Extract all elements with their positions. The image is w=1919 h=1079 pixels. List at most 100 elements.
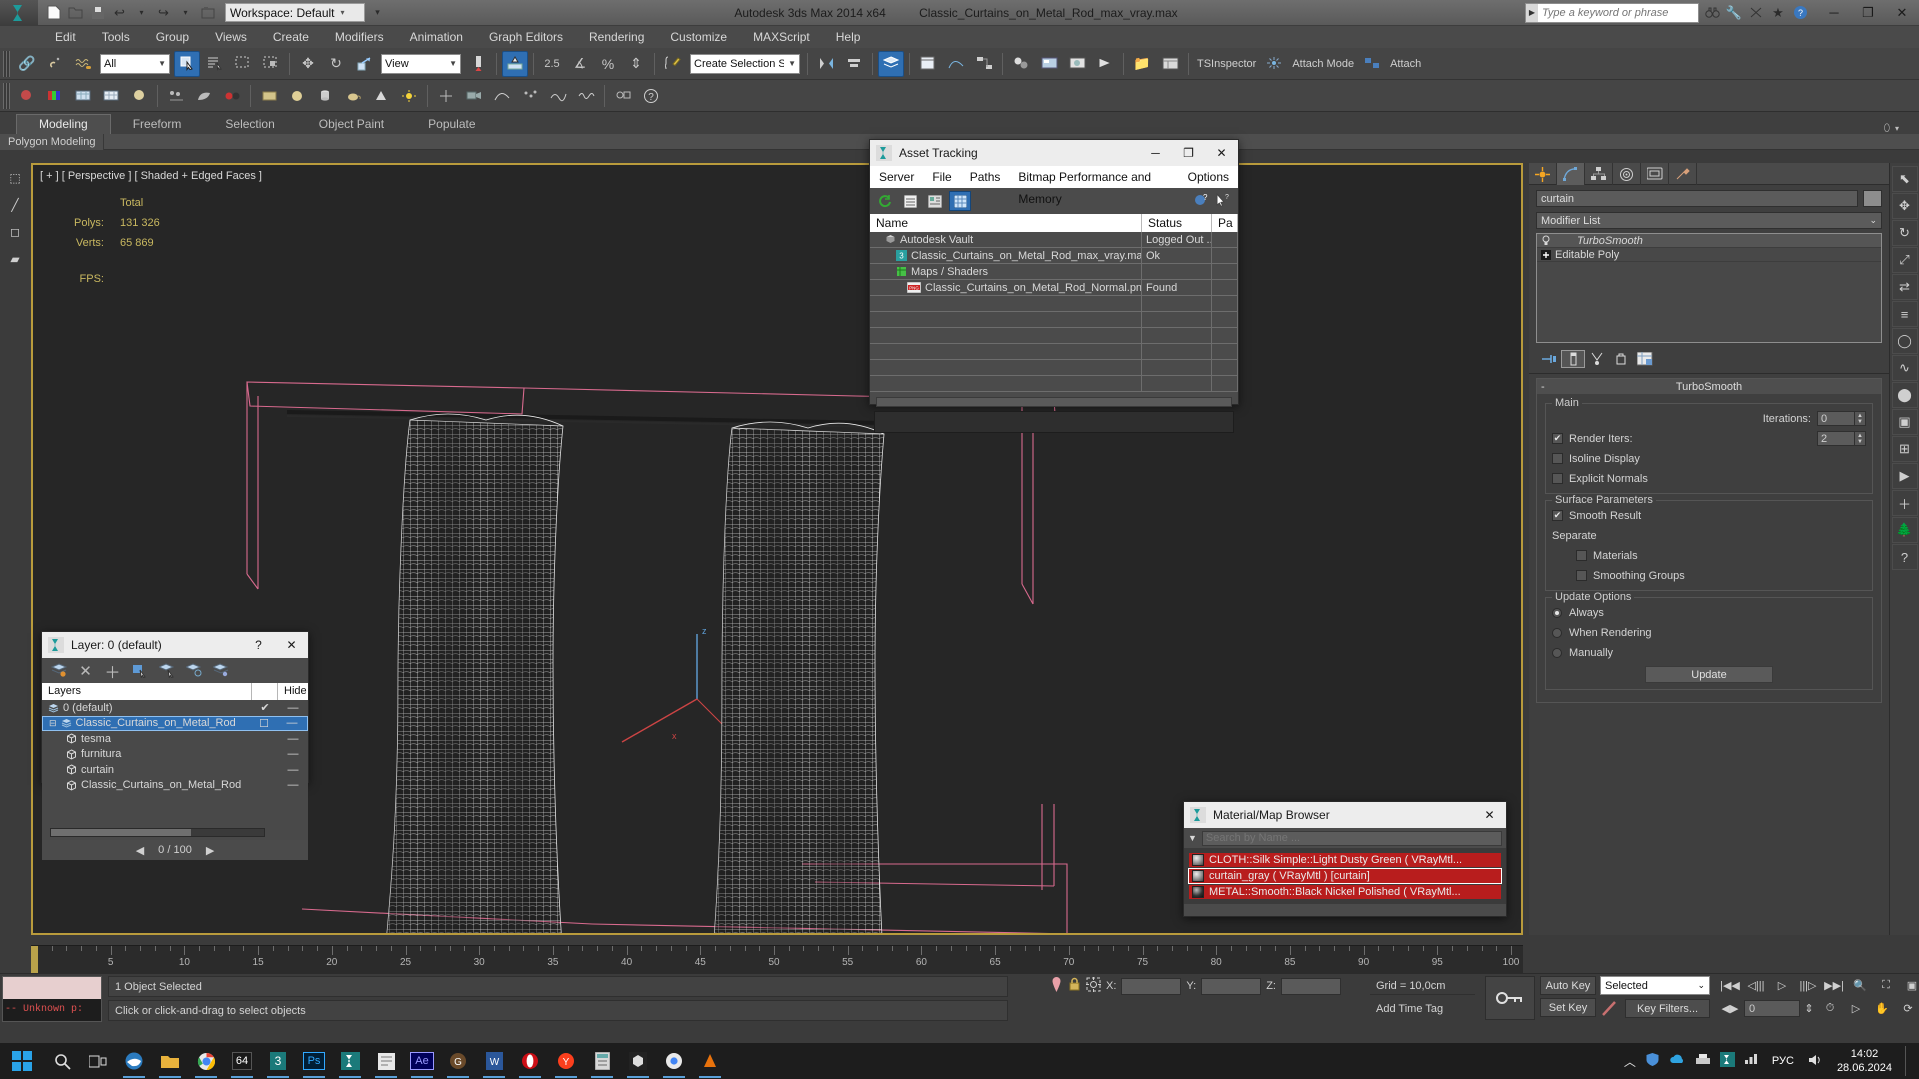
- close-button[interactable]: ✕: [1885, 0, 1919, 26]
- asset-row[interactable]: 3 Classic_Curtains_on_Metal_Rod_max_vray.…: [870, 248, 1238, 264]
- create-new-layer-icon[interactable]: [50, 662, 67, 679]
- taskbar-search-icon[interactable]: [44, 1043, 80, 1079]
- key-mode-toggle-icon[interactable]: ◀▶: [1718, 999, 1742, 1018]
- thumbnail-view-icon[interactable]: [924, 191, 946, 211]
- previous-frame-icon[interactable]: ◁|||: [1744, 976, 1768, 995]
- remove-modifier-icon[interactable]: [1609, 350, 1633, 368]
- key-filters-button[interactable]: Key Filters...: [1625, 999, 1710, 1018]
- zoom-region-icon[interactable]: 🔍: [1848, 976, 1872, 995]
- taskbar-explorer-icon[interactable]: [152, 1043, 188, 1079]
- camera-icon[interactable]: [461, 83, 487, 109]
- window-crossing-icon[interactable]: [258, 51, 284, 77]
- turbosmooth-rollout-header[interactable]: - TurboSmooth: [1537, 379, 1881, 394]
- asset-row[interactable]: [870, 328, 1238, 344]
- edit-named-selection-sets-icon[interactable]: [660, 51, 686, 77]
- mesh-icon[interactable]: [70, 83, 96, 109]
- curve-editor-icon[interactable]: [943, 51, 969, 77]
- modifier-stack[interactable]: TurboSmooth Editable Poly: [1536, 233, 1882, 343]
- menu-item-graph-editors[interactable]: Graph Editors: [476, 26, 576, 48]
- shell-icon[interactable]: [191, 83, 217, 109]
- paint-icon[interactable]: [14, 83, 40, 109]
- lightbulb-icon[interactable]: [1541, 235, 1551, 246]
- material-list-item[interactable]: CLOTH::Silk Simple::Light Dusty Green ( …: [1188, 852, 1502, 868]
- grid-tool-icon[interactable]: ⊞: [1891, 436, 1918, 462]
- menu-item-tools[interactable]: Tools: [89, 26, 143, 48]
- rendered-frame-window-icon[interactable]: [1064, 51, 1090, 77]
- sphere-icon[interactable]: [126, 83, 152, 109]
- select-by-name-icon[interactable]: [202, 51, 228, 77]
- modifier-stack-item[interactable]: TurboSmooth: [1537, 234, 1881, 248]
- y-coordinate-field[interactable]: [1201, 977, 1262, 995]
- isoline-display-checkbox[interactable]: [1552, 453, 1563, 464]
- align-tool-icon[interactable]: ≡: [1891, 301, 1918, 327]
- mirror-icon[interactable]: [813, 51, 839, 77]
- save-file-icon[interactable]: [88, 3, 107, 22]
- close-button[interactable]: ✕: [1473, 802, 1506, 828]
- render-production-icon[interactable]: [1092, 51, 1118, 77]
- delete-layer-icon[interactable]: ✕: [77, 662, 94, 680]
- configure-modifier-sets-icon[interactable]: [1633, 350, 1657, 368]
- spline-icon[interactable]: [489, 83, 515, 109]
- taskbar-aftereffects-icon[interactable]: Ae: [404, 1043, 440, 1079]
- asset-row[interactable]: [870, 312, 1238, 328]
- search-input[interactable]: [1538, 3, 1698, 22]
- layer-current-cell[interactable]: ☐: [251, 717, 277, 730]
- modifier-list-dropdown[interactable]: Modifier List ⌄: [1536, 212, 1882, 229]
- asset-tracking-titlebar[interactable]: Asset Tracking ─ ❐ ✕: [870, 140, 1238, 166]
- pin-stack-icon[interactable]: [1537, 350, 1561, 368]
- select-object-icon[interactable]: [174, 50, 200, 77]
- rollout-collapse-icon[interactable]: -: [1541, 381, 1545, 393]
- select-and-manipulate-icon[interactable]: [502, 50, 528, 77]
- object-color-swatch[interactable]: [1863, 190, 1882, 207]
- search-by-name-input[interactable]: [1201, 830, 1502, 846]
- layer-hide-cell[interactable]: —: [278, 764, 308, 776]
- select-layer-icon[interactable]: [158, 662, 175, 679]
- list-view-icon[interactable]: [899, 191, 921, 211]
- column-header-name[interactable]: Name: [870, 214, 1142, 232]
- communication-center-icon[interactable]: [1745, 3, 1767, 23]
- toolbar-grip[interactable]: [3, 82, 10, 109]
- unlink-selection-icon[interactable]: [42, 51, 68, 77]
- asset-row[interactable]: Autodesk Vault Logged Out ...: [870, 232, 1238, 248]
- reference-coordinate-combo[interactable]: View ▼: [381, 53, 461, 74]
- menu-item-maxscript[interactable]: MAXScript: [740, 26, 823, 48]
- layer-row[interactable]: Classic_Curtains_on_Metal_Rod —: [42, 778, 308, 794]
- border-subobject-icon[interactable]: ◻: [3, 220, 27, 244]
- layer-row[interactable]: tesma —: [42, 731, 308, 747]
- rotate-icon[interactable]: ↻: [1891, 220, 1918, 246]
- taskbar-word-icon[interactable]: W: [476, 1043, 512, 1079]
- move-icon[interactable]: ✥: [1891, 193, 1918, 219]
- tray-printer-icon[interactable]: [1695, 1053, 1711, 1070]
- layer-properties-icon[interactable]: [212, 662, 229, 679]
- layer-hide-cell[interactable]: —: [278, 733, 308, 745]
- polygon-subobject-icon[interactable]: ▰: [3, 247, 27, 271]
- use-pivot-point-center-icon[interactable]: [465, 51, 491, 77]
- new-file-icon[interactable]: [44, 3, 63, 22]
- layer-hide-cell[interactable]: —: [277, 717, 307, 729]
- taskbar-3dsmax-icon-2[interactable]: [332, 1043, 368, 1079]
- taskbar-chrome2-icon[interactable]: [656, 1043, 692, 1079]
- layer-horizontal-scrollbar[interactable]: [50, 828, 265, 837]
- column-header-layers[interactable]: Layers: [42, 683, 252, 700]
- plus-tool-icon[interactable]: ＋: [1891, 490, 1918, 516]
- taskbar-clock[interactable]: 14:02 28.06.2024: [1833, 1047, 1896, 1075]
- tray-network-icon[interactable]: [1744, 1053, 1759, 1069]
- tsinspector-icon[interactable]: [1261, 51, 1287, 77]
- auto-key-button[interactable]: Auto Key: [1540, 976, 1596, 995]
- time-slider-handle[interactable]: [31, 946, 38, 974]
- column-header-path[interactable]: Pa: [1212, 214, 1238, 232]
- layer-dialog[interactable]: Layer: 0 (default) ? ✕ ✕ ＋ Layers Hide 0…: [41, 631, 309, 860]
- key-filter-scope-combo[interactable]: Selected ⌄: [1600, 976, 1710, 995]
- scale-icon[interactable]: ⤢: [1891, 247, 1918, 273]
- spray-icon[interactable]: [517, 83, 543, 109]
- tray-shield-icon[interactable]: [1645, 1052, 1660, 1070]
- attach-mode-icon[interactable]: [1359, 51, 1385, 77]
- go-to-start-icon[interactable]: |◀◀: [1718, 976, 1742, 995]
- render-setup-icon[interactable]: [1036, 51, 1062, 77]
- column-header-current[interactable]: [252, 683, 278, 700]
- next-frame-icon[interactable]: |||▷: [1796, 976, 1820, 995]
- edge-subobject-icon[interactable]: ╱: [3, 193, 27, 217]
- asset-tracking-dialog[interactable]: Asset Tracking ─ ❐ ✕ Server File Paths Bitm…: [869, 139, 1239, 433]
- scroll-right-icon[interactable]: ▶: [206, 844, 214, 857]
- select-and-move-icon[interactable]: ✥: [295, 51, 321, 77]
